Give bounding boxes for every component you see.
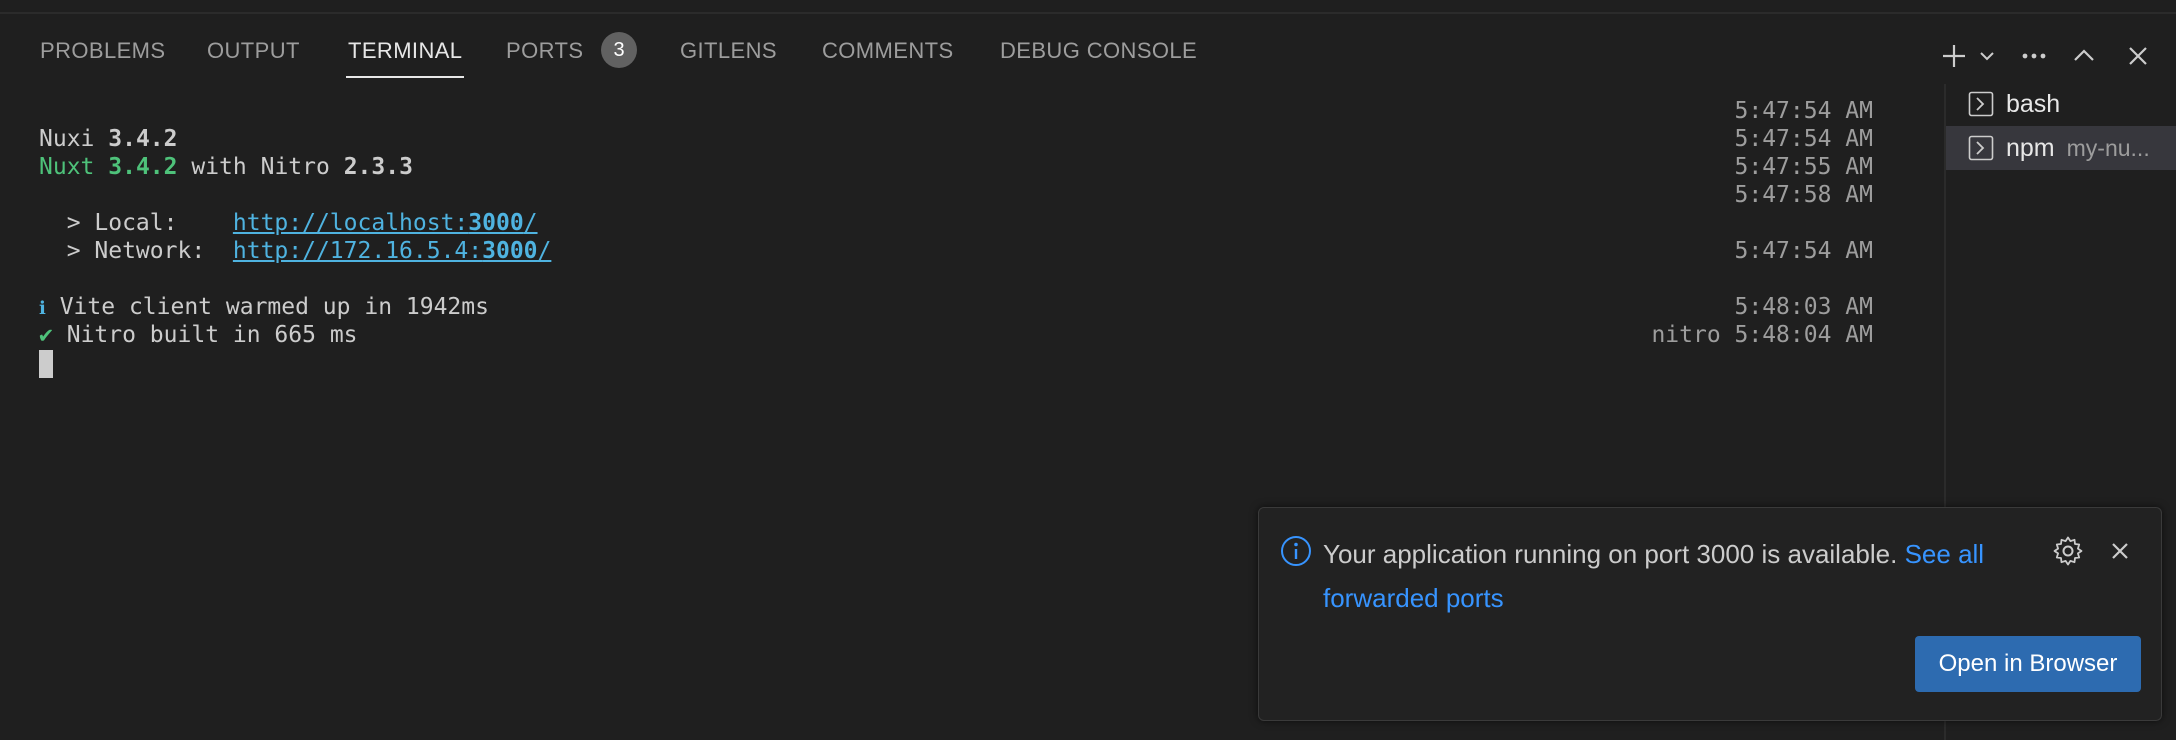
check-symbol: ✔ bbox=[39, 322, 53, 348]
timestamp: 5:47:54 AM bbox=[1734, 98, 1873, 124]
info-icon bbox=[1279, 534, 1313, 568]
terminal-cursor bbox=[39, 350, 53, 378]
timestamp: 5:47:54 AM bbox=[1734, 126, 1873, 152]
terminal-line: Nuxt 3.4.2 with Nitro 2.3.3 bbox=[39, 154, 413, 180]
terminal-icon bbox=[1968, 91, 1994, 117]
close-icon[interactable] bbox=[2120, 38, 2156, 74]
terminal-name: bash bbox=[2006, 89, 2061, 118]
terminal-name: npm bbox=[2006, 133, 2055, 162]
open-in-browser-button[interactable]: Open in Browser bbox=[1915, 636, 2141, 692]
chevron-up-icon[interactable] bbox=[2066, 38, 2102, 74]
notification-message: Your application running on port 3000 is… bbox=[1323, 539, 1985, 613]
terminal-line: > Local: http://localhost:3000/ bbox=[39, 210, 538, 236]
terminal-list-item-npm[interactable]: npm my-nu... bbox=[1946, 126, 2176, 170]
info-symbol: ℹ bbox=[39, 298, 46, 319]
timestamp: 5:47:58 AM bbox=[1734, 182, 1873, 208]
timestamp: 5:48:03 AM bbox=[1734, 294, 1873, 320]
tab-output[interactable]: OUTPUT bbox=[207, 38, 300, 64]
gear-icon[interactable] bbox=[2051, 534, 2085, 568]
terminal-line: ℹ Vite client warmed up in 1942ms bbox=[39, 294, 489, 320]
tab-debug-console[interactable]: DEBUG CONSOLE bbox=[1000, 38, 1197, 64]
tab-problems[interactable]: PROBLEMS bbox=[40, 38, 165, 64]
ports-count-badge: 3 bbox=[601, 32, 637, 68]
close-icon[interactable] bbox=[2103, 534, 2137, 568]
port-forward-notification: Your application running on port 3000 is… bbox=[1258, 507, 2162, 721]
tab-gitlens[interactable]: GITLENS bbox=[680, 38, 777, 64]
terminal-list-item-bash[interactable]: bash bbox=[1946, 82, 2176, 126]
timestamp: nitro 5:48:04 AM bbox=[1651, 322, 1873, 348]
terminal-icon bbox=[1968, 135, 1994, 161]
terminal-line: Nuxi 3.4.2 bbox=[39, 126, 178, 152]
network-url-link[interactable]: http://172.16.5.4:3000/ bbox=[233, 238, 552, 264]
timestamp: 5:47:55 AM bbox=[1734, 154, 1873, 180]
timestamp: 5:47:54 AM bbox=[1734, 238, 1873, 264]
panel-tab-bar: PROBLEMS OUTPUT TERMINAL PORTS 3 GITLENS… bbox=[0, 14, 2176, 84]
tab-comments[interactable]: COMMENTS bbox=[822, 38, 954, 64]
terminal-line: ✔ Nitro built in 665 ms bbox=[39, 322, 358, 348]
plus-icon[interactable] bbox=[1936, 38, 1972, 74]
chevron-down-icon[interactable] bbox=[1972, 38, 2002, 74]
tab-ports[interactable]: PORTS bbox=[506, 38, 583, 64]
terminal-line: > Network: http://172.16.5.4:3000/ bbox=[39, 238, 552, 264]
tab-terminal[interactable]: TERMINAL bbox=[345, 38, 465, 78]
terminal-description: my-nu... bbox=[2066, 134, 2150, 161]
local-url-link[interactable]: http://localhost:3000/ bbox=[233, 210, 538, 236]
ellipsis-icon[interactable] bbox=[2016, 38, 2052, 74]
